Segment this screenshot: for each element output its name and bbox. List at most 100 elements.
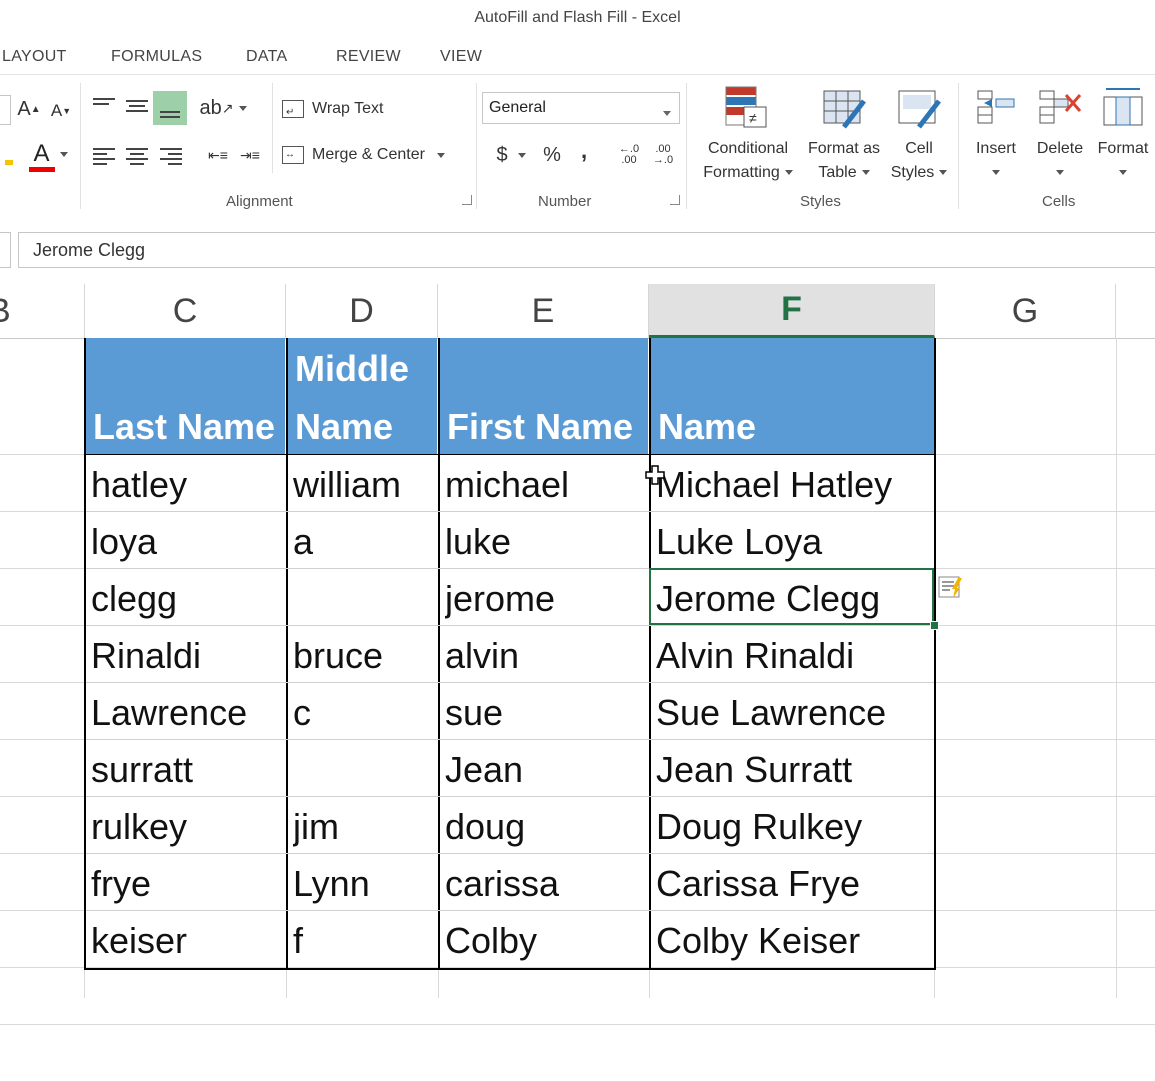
align-left-icon[interactable] bbox=[93, 145, 115, 168]
header-middle-name[interactable]: Middle Name bbox=[287, 338, 437, 454]
shrink-font-icon[interactable]: A ▼ bbox=[48, 97, 74, 125]
chevron-down-icon bbox=[663, 105, 671, 123]
cell-last-name[interactable]: clegg bbox=[91, 577, 284, 621]
column-header-c[interactable]: C bbox=[85, 284, 286, 338]
conditional-formatting-button[interactable]: Conditional Formatting bbox=[698, 137, 798, 185]
column-header-e[interactable]: E bbox=[438, 284, 649, 338]
row-separator bbox=[86, 910, 934, 911]
align-center-icon[interactable] bbox=[126, 145, 148, 168]
window-title: AutoFill and Flash Fill - Excel bbox=[474, 9, 681, 26]
cell-last-name[interactable]: keiser bbox=[91, 919, 284, 963]
comma-button[interactable]: , bbox=[574, 137, 594, 165]
tab-formulas[interactable]: FORMULAS bbox=[111, 48, 202, 66]
font-color-icon[interactable]: A bbox=[26, 139, 70, 172]
cell-middle-name[interactable]: a bbox=[293, 520, 436, 564]
column-header-g[interactable]: G bbox=[935, 284, 1116, 338]
number-format-dropdown[interactable]: General bbox=[482, 92, 680, 124]
grow-font-icon[interactable]: A ▲ bbox=[16, 95, 42, 123]
increase-indent-icon[interactable]: ⇥≡ bbox=[236, 143, 264, 167]
align-middle-icon[interactable] bbox=[126, 97, 148, 115]
increase-decimal-icon[interactable]: ←.0.00 bbox=[614, 141, 644, 169]
cell-last-name[interactable]: loya bbox=[91, 520, 284, 564]
merge-center-button[interactable]: ↔ Merge & Center bbox=[282, 141, 468, 169]
row-separator bbox=[86, 853, 934, 854]
cell-full-name[interactable]: Sue Lawrence bbox=[656, 691, 932, 735]
cell-last-name[interactable]: Lawrence bbox=[91, 691, 284, 735]
cell-full-name[interactable]: Michael Hatley bbox=[656, 463, 932, 507]
cell-full-name[interactable]: Colby Keiser bbox=[656, 919, 932, 963]
group-separator bbox=[686, 83, 687, 209]
percent-button[interactable]: % bbox=[538, 141, 566, 169]
insert-cells-icon bbox=[974, 87, 1018, 129]
cell-middle-name[interactable]: Lynn bbox=[293, 862, 436, 906]
cell-last-name[interactable]: Rinaldi bbox=[91, 634, 284, 678]
currency-button[interactable]: $ bbox=[490, 141, 532, 169]
format-button[interactable]: Format bbox=[1092, 137, 1154, 185]
cell-middle-name[interactable]: c bbox=[293, 691, 436, 735]
table-border bbox=[84, 338, 86, 968]
cell-full-name[interactable]: Alvin Rinaldi bbox=[656, 634, 932, 678]
column-header-b[interactable]: B bbox=[0, 284, 85, 338]
cell-first-name[interactable]: Jean bbox=[445, 748, 647, 792]
cell-last-name[interactable]: surratt bbox=[91, 748, 284, 792]
header-last-name[interactable]: Last Name bbox=[85, 338, 285, 454]
fill-handle[interactable] bbox=[930, 621, 939, 630]
number-dialog-launcher[interactable] bbox=[670, 195, 680, 205]
cell-last-name[interactable]: hatley bbox=[91, 463, 284, 507]
insert-button[interactable]: Insert bbox=[966, 137, 1026, 185]
cell-first-name[interactable]: doug bbox=[445, 805, 647, 849]
align-bottom-icon[interactable] bbox=[153, 91, 187, 125]
cell-first-name[interactable]: jerome bbox=[445, 577, 647, 621]
cell-first-name[interactable]: Colby bbox=[445, 919, 647, 963]
format-as-table-button[interactable]: Format as Table bbox=[802, 137, 886, 185]
header-first-name[interactable]: First Name bbox=[439, 338, 648, 454]
flash-fill-options-icon[interactable] bbox=[938, 574, 964, 600]
delete-cells-icon bbox=[1036, 87, 1084, 129]
column-header-d[interactable]: D bbox=[286, 284, 438, 338]
row-separator bbox=[86, 739, 934, 740]
active-cell-border bbox=[649, 568, 934, 625]
delete-button[interactable]: Delete bbox=[1030, 137, 1090, 185]
conditional-formatting-icon: ≠ bbox=[724, 85, 770, 131]
alignment-group-label: Alignment bbox=[226, 193, 293, 210]
cell-middle-name[interactable]: jim bbox=[293, 805, 436, 849]
cell-first-name[interactable]: luke bbox=[445, 520, 647, 564]
align-right-icon[interactable] bbox=[160, 145, 182, 168]
row-separator bbox=[86, 511, 934, 512]
tab-data[interactable]: DATA bbox=[246, 48, 288, 66]
font-size-dropdown[interactable] bbox=[0, 95, 11, 125]
tab-page-layout[interactable]: LAYOUT bbox=[2, 48, 67, 66]
group-separator bbox=[958, 83, 959, 209]
cell-last-name[interactable]: frye bbox=[91, 862, 284, 906]
cell-first-name[interactable]: alvin bbox=[445, 634, 647, 678]
cell-middle-name[interactable]: william bbox=[293, 463, 436, 507]
fill-color-icon[interactable] bbox=[0, 141, 18, 167]
cell-middle-name[interactable] bbox=[293, 577, 436, 621]
cell-middle-name[interactable]: bruce bbox=[293, 634, 436, 678]
cell-full-name[interactable]: Luke Loya bbox=[656, 520, 932, 564]
cell-full-name[interactable]: Jean Surratt bbox=[656, 748, 932, 792]
cell-styles-button[interactable]: Cell Styles bbox=[884, 137, 954, 185]
styles-group-label: Styles bbox=[800, 193, 841, 210]
cell-first-name[interactable]: sue bbox=[445, 691, 647, 735]
tab-review[interactable]: REVIEW bbox=[336, 48, 401, 66]
cell-first-name[interactable]: carissa bbox=[445, 862, 647, 906]
cell-first-name[interactable]: michael bbox=[445, 463, 647, 507]
header-name[interactable]: Name bbox=[650, 338, 934, 454]
cell-middle-name[interactable] bbox=[293, 748, 436, 792]
name-box[interactable] bbox=[0, 232, 11, 268]
cell-middle-name[interactable]: f bbox=[293, 919, 436, 963]
formula-input[interactable]: Jerome Clegg bbox=[18, 232, 1155, 268]
cell-last-name[interactable]: rulkey bbox=[91, 805, 284, 849]
decrease-decimal-icon[interactable]: .00 →.0 bbox=[648, 141, 678, 169]
decrease-indent-icon[interactable]: ⇤≡ bbox=[204, 143, 232, 167]
cell-full-name[interactable]: Carissa Frye bbox=[656, 862, 932, 906]
alignment-dialog-launcher[interactable] bbox=[462, 195, 472, 205]
column-header-f[interactable]: F bbox=[649, 284, 935, 338]
align-top-icon[interactable] bbox=[93, 95, 115, 108]
wrap-text-button[interactable]: ↵ Wrap Text bbox=[282, 95, 402, 123]
tab-view[interactable]: VIEW bbox=[440, 48, 482, 66]
orientation-icon[interactable]: ab ↗ bbox=[200, 93, 247, 123]
table-border bbox=[286, 338, 288, 968]
cell-full-name[interactable]: Doug Rulkey bbox=[656, 805, 932, 849]
